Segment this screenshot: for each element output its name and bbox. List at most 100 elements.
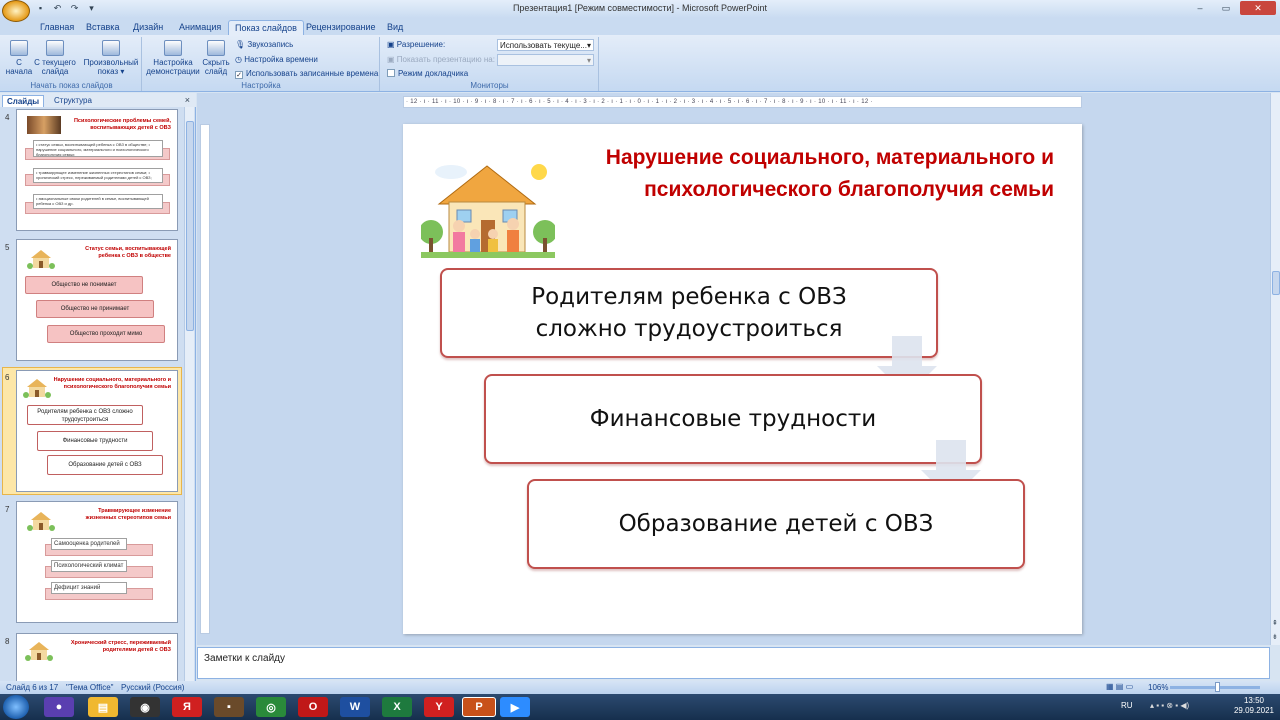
office-button[interactable]: [2, 0, 30, 22]
use-timings-checkbox[interactable]: ✓ Использовать записанные времена: [235, 69, 378, 79]
group-title-monitors: Мониторы: [470, 81, 509, 90]
powerpoint-icon[interactable]: P: [462, 697, 496, 717]
tab-animation[interactable]: Анимация: [173, 20, 227, 35]
slide-number: 7: [5, 505, 10, 514]
slides-pane-scrollbar[interactable]: [184, 107, 194, 681]
show-on-select[interactable]: ▾: [497, 54, 594, 66]
thumb-title: Статус семьи, воспитывающей ребенка с ОВ…: [85, 246, 171, 259]
window-controls: – ▭ ✕: [1188, 1, 1276, 15]
slide-thumbnail-6[interactable]: Нарушение социального, материального и п…: [16, 370, 178, 492]
slides-pane-tabs: Слайды Структура ×: [0, 93, 196, 107]
shape-education[interactable]: Образование детей с ОВЗ: [527, 479, 1025, 569]
app-icon-2[interactable]: ▪: [214, 697, 244, 717]
horizontal-ruler: · 12 · ı · 11 · ı · 10 · ı · 9 · ı · 8 ·…: [403, 96, 1082, 108]
tab-review[interactable]: Рецензирование: [300, 20, 382, 35]
slide-number: 4: [5, 113, 10, 122]
tab-design[interactable]: Дизайн: [127, 20, 169, 35]
yandex-browser-icon[interactable]: Y: [424, 697, 454, 717]
from-current-button[interactable]: С текущего слайда: [34, 40, 76, 76]
resolution-select[interactable]: Использовать текуще... ▾: [497, 39, 594, 51]
slide-number: 5: [5, 243, 10, 252]
slide-number: 6: [5, 373, 10, 382]
zoom-level[interactable]: 106%: [1148, 683, 1168, 692]
start-button[interactable]: [3, 695, 29, 719]
excel-icon[interactable]: X: [382, 697, 412, 717]
app-icon-1[interactable]: ●: [44, 697, 74, 717]
show-on-label: ▣ Показать презентацию на:: [387, 55, 495, 64]
slide-number: 8: [5, 637, 10, 646]
group-monitors: ▣ Разрешение: Использовать текуще... ▾ ▣…: [381, 37, 599, 91]
record-narration-button[interactable]: 🎙 Звукозапись: [235, 40, 293, 49]
tab-slides[interactable]: Слайды: [2, 95, 45, 107]
status-bar: Слайд 6 из 17 "Тема Office" Русский (Рос…: [0, 681, 1280, 694]
notes-placeholder: Заметки к слайду: [204, 653, 285, 664]
chrome-icon[interactable]: ◎: [256, 697, 286, 717]
maximize-icon[interactable]: ▭: [1214, 1, 1238, 15]
minimize-icon[interactable]: –: [1188, 1, 1212, 15]
clock[interactable]: 13:50 29.09.2021: [1234, 696, 1274, 716]
monitor-icon: ▣: [387, 40, 395, 49]
tray-icons[interactable]: ▴ ▪ ▪ ⊗ ▪ ◀): [1150, 701, 1189, 710]
media-icon[interactable]: ◉: [130, 697, 160, 717]
tab-home[interactable]: Главная: [34, 20, 80, 35]
hide-slide-icon: [207, 40, 225, 56]
title-bar: ▪ ↶ ↷ ▾ Презентация1 [Режим совместимост…: [0, 0, 1280, 22]
group-setup: Настройка демонстрации Скрыть слайд 🎙 Зв…: [143, 37, 380, 91]
editor-scrollbar[interactable]: ⇞ ⇟: [1270, 93, 1280, 645]
microphone-icon: 🎙: [235, 40, 246, 49]
slide-canvas[interactable]: Нарушение социального, материального и п…: [403, 124, 1082, 634]
thumb-title: Травмирующее изменение жизненных стереот…: [85, 508, 171, 521]
hide-slide-button[interactable]: Скрыть слайд: [201, 40, 231, 76]
rehearse-timings-button[interactable]: ◷ Настройка времени: [235, 55, 318, 64]
close-pane-icon[interactable]: ×: [185, 95, 190, 105]
screen-icon: ▣: [387, 55, 395, 64]
slide-thumbnail-4[interactable]: Психологические проблемы семей, воспитыв…: [16, 109, 178, 231]
group-title-start: Начать показ слайдов: [30, 81, 113, 90]
shape-employment[interactable]: Родителям ребенка с ОВЗ сложно трудоустр…: [440, 268, 938, 358]
close-icon[interactable]: ✕: [1240, 1, 1276, 15]
custom-show-icon: [102, 40, 120, 56]
family-image: [27, 116, 61, 134]
shape-financial[interactable]: Финансовые трудности: [484, 374, 982, 464]
next-slide-icon[interactable]: ⇟: [1272, 633, 1278, 641]
keyboard-language[interactable]: RU: [1121, 701, 1133, 710]
thumbnail-list: 4 Психологические проблемы семей, воспит…: [0, 107, 184, 681]
chevron-down-icon: ▾: [586, 56, 591, 65]
house-icon: [23, 379, 51, 398]
yandex-icon[interactable]: Я: [172, 697, 202, 717]
prev-slide-icon[interactable]: ⇞: [1272, 619, 1278, 627]
setup-show-button[interactable]: Настройка демонстрации: [145, 40, 201, 76]
checkbox-checked-icon: ✓: [235, 71, 243, 79]
from-current-icon: [46, 40, 64, 56]
slide-thumbnail-7[interactable]: Травмирующее изменение жизненных стереот…: [16, 501, 178, 623]
thumb-title: Нарушение социального, материального и п…: [53, 377, 171, 390]
tab-insert[interactable]: Вставка: [80, 20, 125, 35]
presenter-view-checkbox[interactable]: Режим докладчика: [387, 69, 468, 78]
tab-slide-show[interactable]: Показ слайдов: [228, 20, 304, 35]
notes-pane[interactable]: Заметки к слайду: [197, 647, 1270, 679]
opera-icon[interactable]: O: [298, 697, 328, 717]
zoom-app-icon[interactable]: ▶: [500, 697, 530, 717]
group-title-setup: Настройка: [241, 81, 281, 90]
custom-show-button[interactable]: Произвольный показ ▾: [82, 40, 140, 76]
word-icon[interactable]: W: [340, 697, 370, 717]
vertical-ruler: [200, 124, 210, 634]
chevron-down-icon: ▾: [586, 41, 591, 50]
slides-pane: Слайды Структура × 4 Психологические про…: [0, 93, 196, 681]
thumb-title: Хронический стресс, переживаемый родител…: [70, 640, 171, 653]
zoom-slider-handle[interactable]: [1215, 682, 1220, 692]
tab-outline[interactable]: Структура: [50, 95, 96, 106]
window-title: Презентация1 [Режим совместимости] - Mic…: [512, 3, 768, 13]
house-icon: [27, 250, 55, 269]
slide-thumbnail-5[interactable]: Статус семьи, воспитывающей ребенка с ОВ…: [16, 239, 178, 361]
tab-view[interactable]: Вид: [381, 20, 409, 35]
house-icon: [25, 642, 53, 661]
slide-thumbnail-8[interactable]: Хронический стресс, переживаемый родител…: [16, 633, 178, 681]
from-start-button[interactable]: С начала: [4, 40, 34, 76]
slide-title[interactable]: Нарушение социального, материального и п…: [534, 142, 1054, 206]
view-buttons[interactable]: ▦ ▤ ▭: [1106, 682, 1133, 691]
resolution-label: ▣ Разрешение:: [387, 40, 446, 49]
language-status[interactable]: Русский (Россия): [121, 683, 184, 692]
theme-name[interactable]: "Тема Office": [66, 683, 114, 692]
explorer-icon[interactable]: ▤: [88, 697, 118, 717]
